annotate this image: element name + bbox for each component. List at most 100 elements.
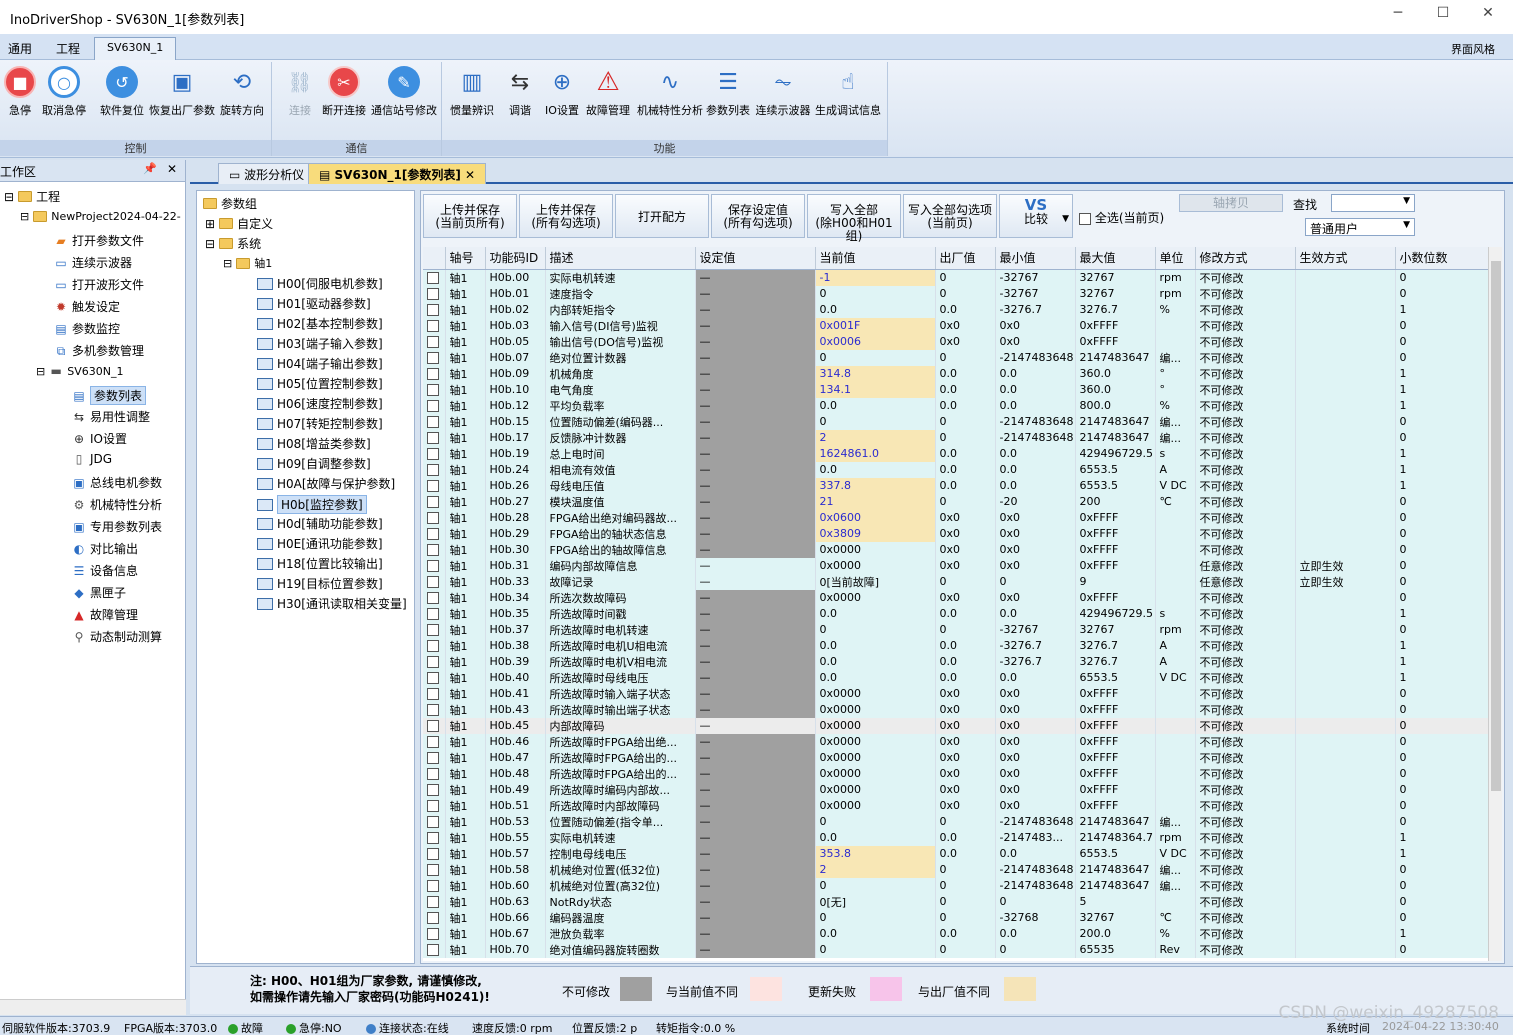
param-group-item[interactable]: H00[伺服电机参数] bbox=[257, 275, 383, 292]
expand-icon[interactable]: ⊞ bbox=[205, 217, 215, 231]
header-code[interactable]: 功能码ID bbox=[485, 247, 546, 270]
param-group-item[interactable]: H0A[故障与保护参数] bbox=[257, 475, 395, 492]
cell-setting[interactable]: — bbox=[695, 893, 816, 910]
table-row[interactable]: 轴1 H0b.55 实际电机转速 —0.0 0.0 -2147483... 21474836… bbox=[423, 829, 1489, 846]
rotation-direction-button[interactable]: ⟲ 旋转方向 bbox=[216, 66, 268, 118]
table-row[interactable]: 轴1 H0b.43 所选故障时输出端子状态 —0x0000 0x0 0x0 0xFFFF 不可… bbox=[423, 701, 1489, 718]
table-row[interactable]: 轴1 H0b.00 实际电机转速 — -1 0 -32767 32767 rpm 不可修改 0 bbox=[423, 269, 1489, 286]
cell-setting[interactable]: — bbox=[695, 445, 816, 462]
row-checkbox[interactable] bbox=[427, 384, 439, 396]
param-group-item[interactable]: H06[速度控制参数] bbox=[257, 395, 383, 412]
dropdown-arrow-icon[interactable]: ▼ bbox=[1062, 213, 1069, 226]
row-checkbox-cell[interactable] bbox=[423, 685, 446, 702]
table-row[interactable]: 轴1 H0b.05 输出信号(DO信号)监视 —0x0006 0x0 0x0 0xFFFF 不… bbox=[423, 333, 1489, 350]
header-modify[interactable]: 修改方式 bbox=[1195, 247, 1296, 270]
cell-setting[interactable]: — bbox=[695, 557, 816, 574]
row-checkbox[interactable] bbox=[427, 944, 439, 956]
cell-setting[interactable]: — bbox=[695, 669, 816, 686]
row-checkbox-cell[interactable] bbox=[423, 781, 446, 798]
table-row[interactable]: 轴1 H0b.15 位置随动偏差(编码器... —0 0 -2147483648 21474… bbox=[423, 413, 1489, 430]
cell-setting[interactable]: — bbox=[695, 301, 816, 318]
cell-setting[interactable]: — bbox=[695, 525, 816, 542]
cell-setting[interactable]: — bbox=[695, 333, 816, 350]
row-checkbox[interactable] bbox=[427, 512, 439, 524]
row-checkbox[interactable] bbox=[427, 864, 439, 876]
row-checkbox[interactable] bbox=[427, 464, 439, 476]
menu-general[interactable]: 通用 bbox=[8, 40, 32, 57]
tree-usability[interactable]: ⇆ 易用性调整 bbox=[72, 408, 150, 425]
table-row[interactable]: 轴1 H0b.29 FPGA给出的轴状态信息 —0x3809 0x0 0x0 0xFFFF 不… bbox=[423, 525, 1489, 542]
cell-setting[interactable]: — bbox=[695, 749, 816, 766]
tree-open-wave-file[interactable]: ▭ 打开波形文件 bbox=[54, 276, 144, 293]
tree-root-project[interactable]: ⊟ 工程 bbox=[4, 188, 60, 205]
table-row[interactable]: 轴1 H0b.07 绝对位置计数器 —0 0 -2147483648 2147483647 编… bbox=[423, 349, 1489, 366]
save-setting-button[interactable]: 保存设定值 (所有勾选项) bbox=[711, 194, 805, 238]
header-unit[interactable]: 单位 bbox=[1155, 247, 1196, 270]
row-checkbox[interactable] bbox=[427, 576, 439, 588]
table-row[interactable]: 轴1 H0b.03 输入信号(DI信号)监视 —0x001F 0x0 0x0 0xFFFF 不… bbox=[423, 317, 1489, 334]
write-checked-button[interactable]: 写入全部勾选项 (当前页) bbox=[903, 194, 997, 238]
cell-setting[interactable]: — bbox=[695, 509, 816, 526]
table-row[interactable]: 轴1 H0b.46 所选故障时FPGA给出绝... —0x0000 0x0 0x0 0xFF… bbox=[423, 733, 1489, 750]
row-checkbox-cell[interactable] bbox=[423, 429, 446, 446]
close-tab-icon[interactable]: ✕ bbox=[461, 168, 475, 182]
row-checkbox-cell[interactable] bbox=[423, 653, 446, 670]
cell-setting[interactable]: — bbox=[695, 861, 816, 878]
table-row[interactable]: 轴1 H0b.67 泄放负载率 —0.0 0.0 0.0 200.0% 不可修改 1 bbox=[423, 925, 1489, 942]
collapse-icon[interactable]: ⊟ bbox=[4, 190, 14, 204]
write-all-button[interactable]: 写入全部 (除H00和H01组) bbox=[807, 194, 901, 243]
cell-setting[interactable]: — bbox=[695, 733, 816, 750]
row-checkbox-cell[interactable] bbox=[423, 669, 446, 686]
table-row[interactable]: 轴1 H0b.12 平均负载率 —0.0 0.0 0.0 800.0% 不可修改 1 bbox=[423, 397, 1489, 414]
row-checkbox-cell[interactable] bbox=[423, 525, 446, 542]
param-group-item[interactable]: H03[端子输入参数] bbox=[257, 335, 383, 352]
row-checkbox-cell[interactable] bbox=[423, 445, 446, 462]
table-row[interactable]: 轴1 H0b.09 机械角度 —314.8 0.0 0.0 360.0 ° 不可修改 1 bbox=[423, 365, 1489, 382]
cell-setting[interactable]: — bbox=[695, 589, 816, 606]
row-checkbox-cell[interactable] bbox=[423, 733, 446, 750]
user-level-select[interactable]: 普通用户 ▼ bbox=[1305, 218, 1415, 236]
table-row[interactable]: 轴1 H0b.63 NotRdy状态 —0[无] 0 0 5 不可修改 0 bbox=[423, 893, 1489, 910]
tree-io-settings[interactable]: ⊕ IO设置 bbox=[72, 430, 127, 447]
select-all-checkbox[interactable]: 全选(当前页) bbox=[1079, 209, 1164, 226]
table-row[interactable]: 轴1 H0b.37 所选故障时电机转速 —0 0 -32767 32767 rpm 不可修改 0 bbox=[423, 621, 1489, 638]
table-row[interactable]: 轴1 H0b.49 所选故障时编码内部故... —0x0000 0x0 0x0 0xFFFF… bbox=[423, 781, 1489, 798]
param-group-item[interactable]: H08[增益类参数] bbox=[257, 435, 371, 452]
table-row[interactable]: 轴1 H0b.60 机械绝对位置(高32位) —0 0 -2147483648 214748… bbox=[423, 877, 1489, 894]
table-row[interactable]: 轴1 H0b.17 反馈脉冲计数器 —2 0 -2147483648 2147483647 编… bbox=[423, 429, 1489, 446]
row-checkbox-cell[interactable] bbox=[423, 317, 446, 334]
table-row[interactable]: 轴1 H0b.51 所选故障时内部故障码 —0x0000 0x0 0x0 0xFFFF 不可修… bbox=[423, 797, 1489, 814]
row-checkbox[interactable] bbox=[427, 912, 439, 924]
tree-multi-param[interactable]: ⧉ 多机参数管理 bbox=[54, 342, 144, 359]
row-checkbox-cell[interactable] bbox=[423, 557, 446, 574]
find-input[interactable]: ▼ bbox=[1331, 194, 1415, 212]
table-row[interactable]: 轴1 H0b.45 内部故障码 —0x0000 0x0 0x0 0xFFFF 不可修改 0 bbox=[423, 717, 1489, 734]
menu-project[interactable]: 工程 bbox=[56, 40, 80, 57]
row-checkbox[interactable] bbox=[427, 592, 439, 604]
cell-setting[interactable]: — bbox=[695, 925, 816, 942]
group-tree-root[interactable]: 参数组 bbox=[203, 195, 257, 212]
inertia-id-button[interactable]: ▥ 惯量辨识 bbox=[446, 66, 498, 118]
table-row[interactable]: 轴1 H0b.34 所选次数故障码 —0x0000 0x0 0x0 0xFFFF 不可修改 0 bbox=[423, 589, 1489, 606]
cell-setting[interactable]: — bbox=[695, 429, 816, 446]
header-min[interactable]: 最小值 bbox=[995, 247, 1076, 270]
mech-analysis-button[interactable]: ∿ 机械特性分析 bbox=[632, 66, 708, 118]
tree-mech-analysis[interactable]: ⚙ 机械特性分析 bbox=[72, 496, 162, 513]
row-checkbox-cell[interactable] bbox=[423, 797, 446, 814]
row-checkbox[interactable] bbox=[427, 528, 439, 540]
tree-compare-output[interactable]: ◐ 对比输出 bbox=[72, 540, 138, 557]
cell-setting[interactable]: — bbox=[695, 413, 816, 430]
row-checkbox[interactable] bbox=[427, 416, 439, 428]
scroll-thumb[interactable] bbox=[1491, 261, 1501, 791]
continuous-scope-button[interactable]: ⏦ 连续示波器 bbox=[752, 66, 814, 118]
cell-setting[interactable]: — bbox=[695, 349, 816, 366]
tab-param-list[interactable]: ▤ SV630N_1[参数列表] ✕ bbox=[308, 163, 487, 184]
row-checkbox-cell[interactable] bbox=[423, 589, 446, 606]
tree-device-node[interactable]: ⊟ ▬ SV630N_1 bbox=[36, 364, 123, 378]
row-checkbox-cell[interactable] bbox=[423, 861, 446, 878]
row-checkbox-cell[interactable] bbox=[423, 829, 446, 846]
tree-dynamic-brake[interactable]: ⚲ 动态制动测算 bbox=[72, 628, 162, 645]
collapse-icon[interactable]: ⊟ bbox=[20, 210, 29, 223]
tree-trigger-setting[interactable]: ✹ 触发设定 bbox=[54, 298, 120, 315]
row-checkbox[interactable] bbox=[427, 736, 439, 748]
